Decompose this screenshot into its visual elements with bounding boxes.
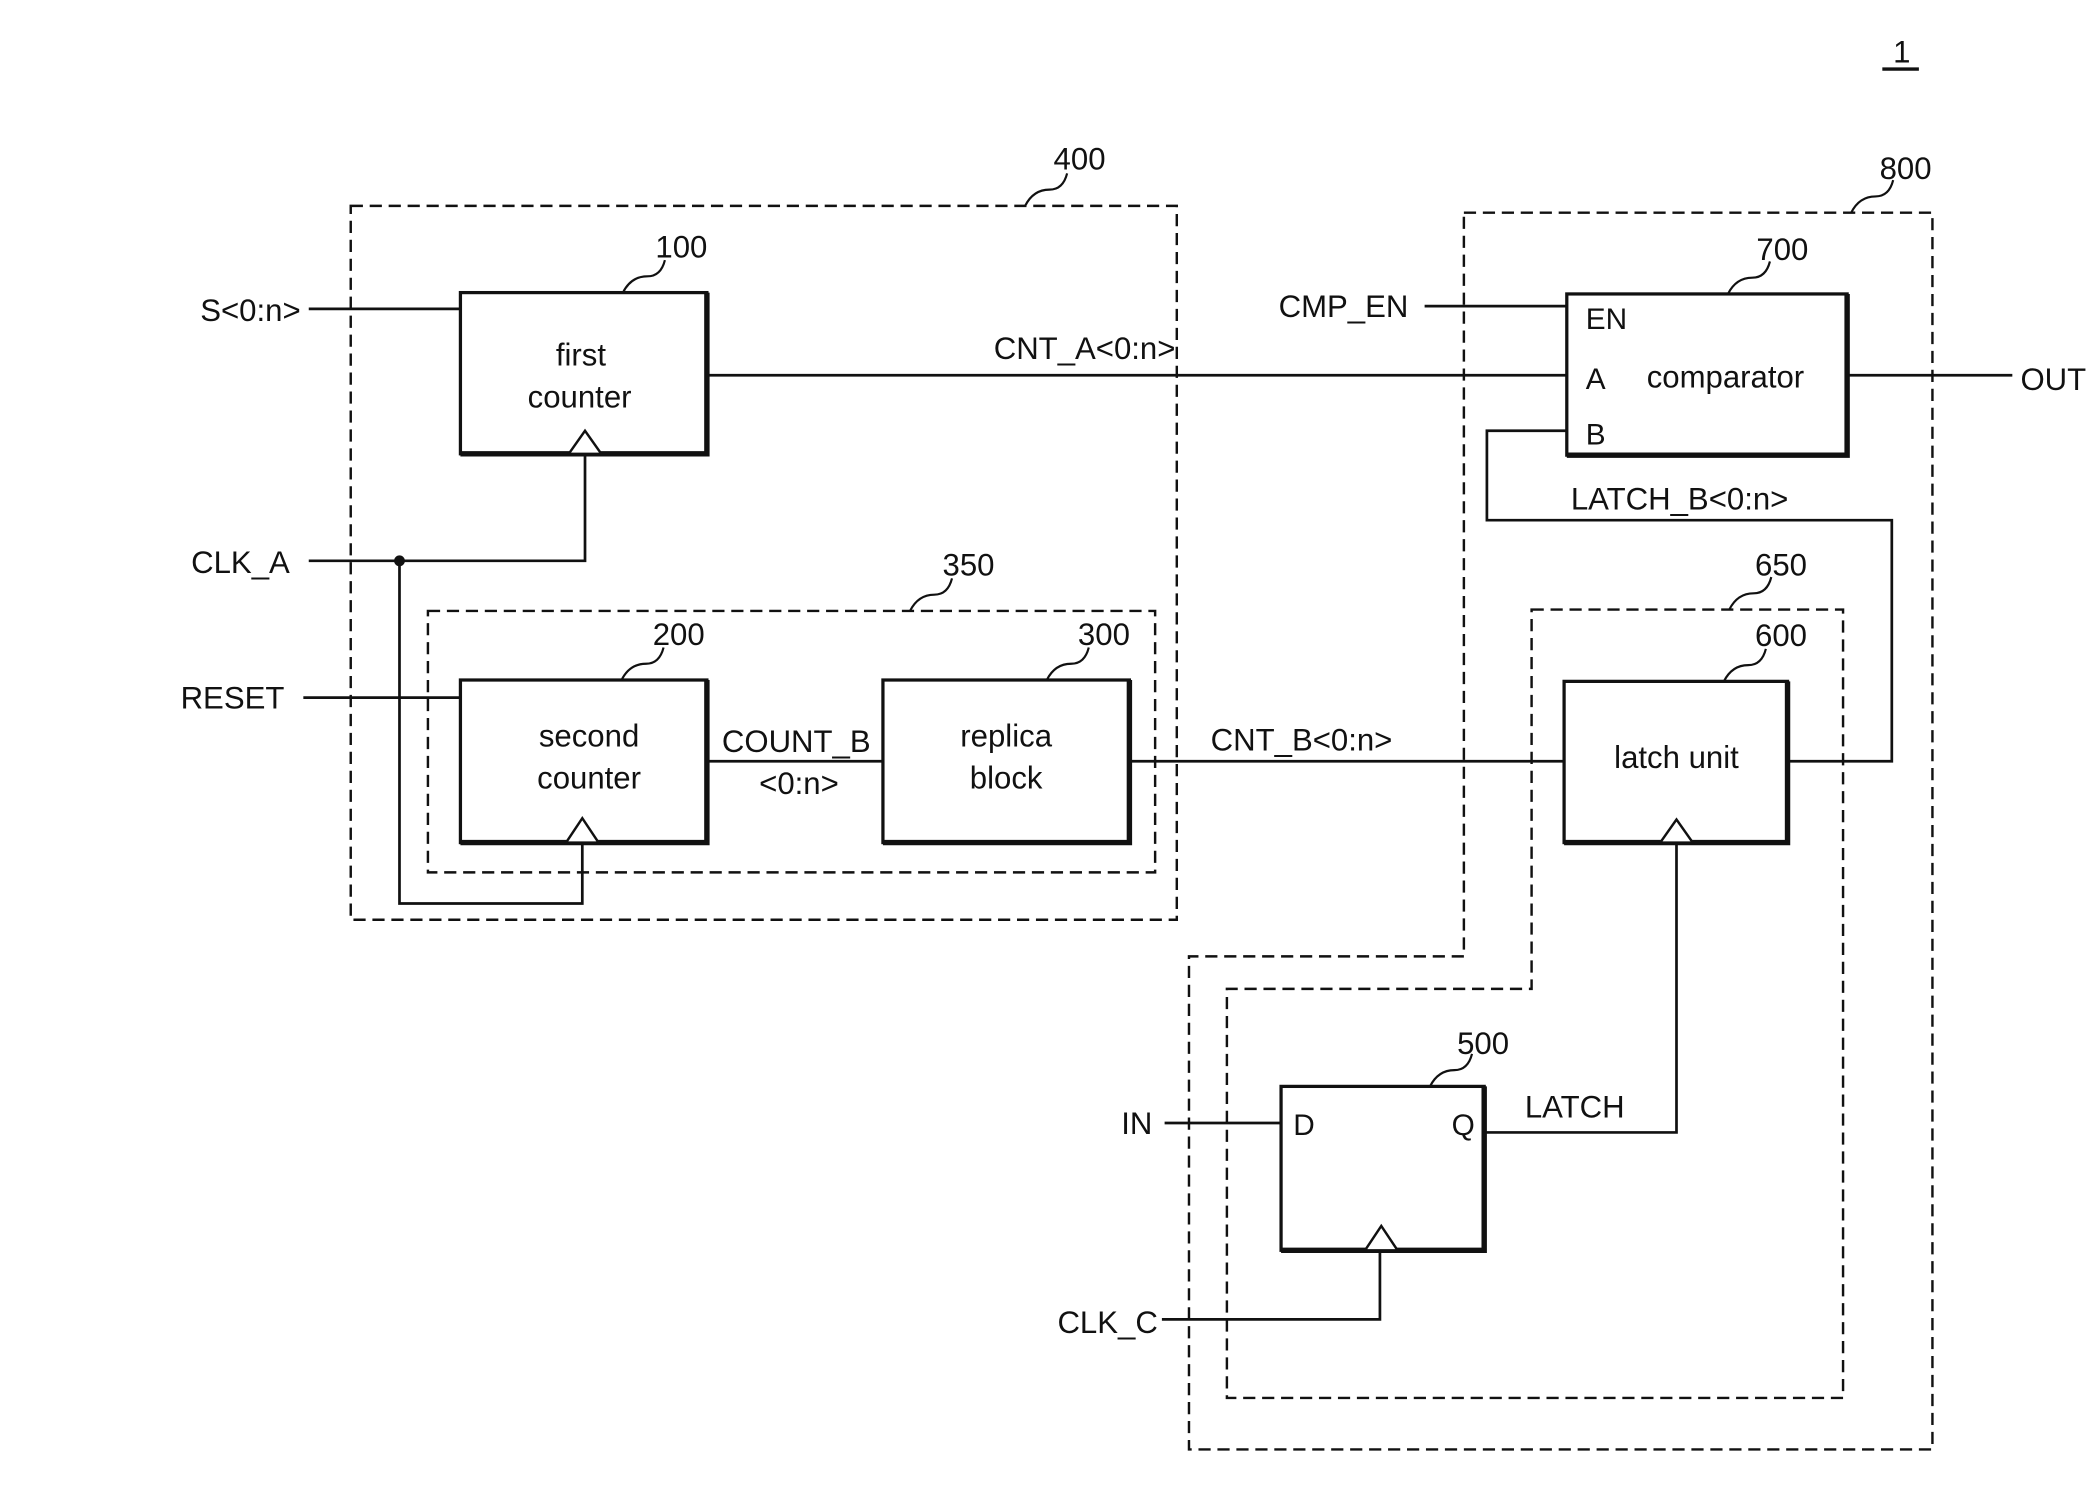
latch-unit-label: latch unit (1614, 740, 1739, 775)
comparator-port-en: EN (1586, 303, 1627, 336)
second-counter-leader (620, 647, 665, 681)
signal-out-label: OUT (2020, 362, 2086, 397)
comparator-label: comparator (1647, 359, 1804, 394)
second-counter-label-1: second (539, 718, 639, 753)
flip-flop-port-q: Q (1452, 1109, 1475, 1142)
signal-count-b-label-1: COUNT_B (722, 724, 871, 759)
signal-latch-b-label: LATCH_B<0:n> (1571, 481, 1788, 516)
latch-unit-block: latch unit (1562, 679, 1791, 846)
flip-flop-ref: 500 (1457, 1026, 1509, 1061)
wire-clk-c (1161, 1251, 1382, 1321)
flip-flop-block: D Q (1279, 1084, 1487, 1254)
first-counter-leader (621, 259, 666, 294)
replica-block: replica block (881, 678, 1133, 846)
group-650-ref: 650 (1755, 548, 1807, 583)
signal-reset-label: RESET (181, 680, 285, 715)
comparator-ref: 700 (1756, 232, 1808, 267)
second-counter-label-2: counter (537, 760, 641, 795)
comparator-block: EN A B comparator (1565, 292, 1850, 458)
replica-block-label-1: replica (960, 718, 1052, 753)
signal-clk-a-label: CLK_A (191, 545, 290, 580)
signal-latch-label: LATCH (1525, 1090, 1625, 1125)
group-400-ref: 400 (1054, 141, 1106, 176)
block-diagram: 1 400 350 800 650 first counter 100 seco… (181, 34, 2086, 1451)
replica-block-leader (1045, 647, 1090, 681)
second-counter-ref: 200 (653, 617, 705, 652)
first-counter-label-2: counter (528, 380, 632, 415)
group-350-leader (909, 578, 954, 612)
group-400-leader (1024, 173, 1069, 207)
signal-in-label: IN (1121, 1106, 1152, 1141)
replica-block-ref: 300 (1078, 617, 1130, 652)
signal-s-label: S<0:n> (200, 293, 300, 328)
comparator-port-b: B (1586, 418, 1606, 451)
first-counter-block: first counter (458, 290, 710, 457)
signal-count-b-label-2: <0:n> (759, 766, 839, 801)
signal-cmp-en-label: CMP_EN (1279, 289, 1409, 324)
junction-dot (394, 555, 405, 567)
flip-flop-port-d: D (1293, 1109, 1315, 1142)
group-800-ref: 800 (1880, 151, 1932, 186)
signal-clk-c-label: CLK_C (1057, 1305, 1157, 1340)
signal-cnt-b-label: CNT_B<0:n> (1211, 722, 1393, 757)
latch-unit-leader (1722, 648, 1767, 682)
comparator-port-a: A (1586, 363, 1606, 396)
latch-unit-ref: 600 (1755, 618, 1807, 653)
first-counter-ref: 100 (655, 229, 707, 264)
signal-cnt-a-label: CNT_A<0:n> (994, 331, 1176, 366)
first-counter-label-1: first (556, 338, 607, 373)
group-350-ref: 350 (943, 548, 995, 583)
figure-number: 1 (1893, 34, 1910, 69)
second-counter-block: second counter (458, 678, 710, 846)
replica-block-label-2: block (970, 760, 1043, 795)
